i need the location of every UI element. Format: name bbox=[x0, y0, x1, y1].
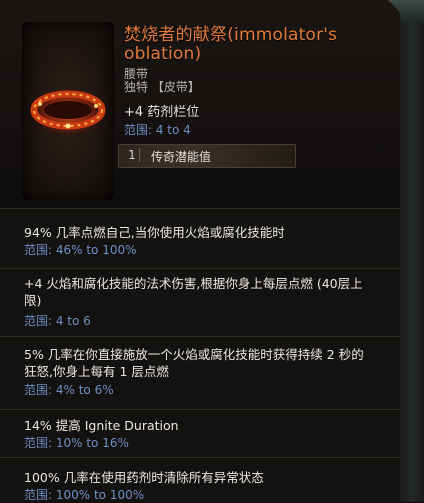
implicit-range: 范围: 4 to 4 bbox=[124, 123, 191, 137]
item-title: 焚烧者的献祭(immolator's oblation) bbox=[124, 26, 394, 64]
stat-range: 范围: 4 to 6 bbox=[24, 314, 91, 328]
stat-text: 5% 几率在你直接施放一个火焰或腐化技能时获得持续 2 秒的狂怒,你身上每有 1… bbox=[24, 347, 364, 379]
stat-text: +4 火焰和腐化技能的法术伤害,根据你身上每层点燃 (40层上限) bbox=[24, 276, 363, 308]
stat-block-5: 100% 几率在使用药剂时清除所有异常状态 范围: 100% to 100% bbox=[0, 457, 400, 503]
stat-text: 14% 提高 Ignite Duration bbox=[24, 418, 179, 433]
stat-range: 范围: 100% to 100% bbox=[24, 488, 145, 502]
item-slot: 腰带 bbox=[124, 67, 149, 81]
window-right-edge bbox=[400, 0, 424, 502]
stat-block-4: 14% 提高 Ignite Duration 范围: 10% to 16% bbox=[0, 409, 400, 457]
stat-range: 范围: 10% to 16% bbox=[24, 436, 129, 450]
item-name: 焚烧者的献祭(immolator's oblation) bbox=[124, 25, 338, 64]
stat-block-2: +4 火焰和腐化技能的法术伤害,根据你身上每层点燃 (40层上限) 范围: 4 … bbox=[0, 268, 400, 336]
stat-range: 范围: 4% to 6% bbox=[24, 383, 114, 397]
stat-range: 范围: 46% to 100% bbox=[24, 243, 137, 257]
legendary-potential-label: 传奇潜能值 bbox=[151, 150, 212, 164]
stat-block-1: 94% 几率点燃自己,当你使用火焰或腐化技能时 范围: 46% to 100% bbox=[0, 208, 400, 268]
legendary-potential-value: 1 bbox=[125, 148, 140, 162]
stat-block-3: 5% 几率在你直接施放一个火焰或腐化技能时获得持续 2 秒的狂怒,你身上每有 1… bbox=[0, 336, 400, 409]
stat-text: 94% 几率点燃自己,当你使用火焰或腐化技能时 bbox=[24, 225, 285, 240]
item-rarity: 独特 【皮带】 bbox=[124, 80, 200, 94]
implicit-stat: +4 药剂栏位 bbox=[124, 105, 200, 120]
belt-icon bbox=[28, 86, 108, 138]
legendary-potential-bar: 1 传奇潜能值 bbox=[118, 144, 296, 168]
stat-text: 100% 几率在使用药剂时清除所有异常状态 bbox=[24, 470, 264, 485]
